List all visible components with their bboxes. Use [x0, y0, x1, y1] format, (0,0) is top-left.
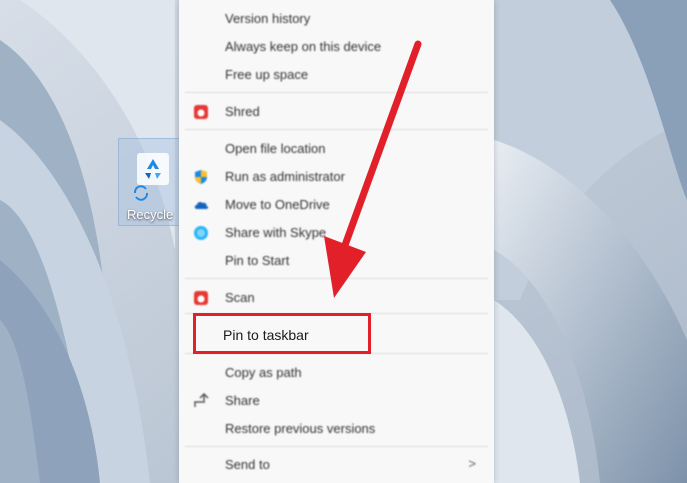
recycle-bin-label: Recycle: [127, 207, 174, 222]
menu-item-label: Copy as path: [225, 365, 302, 380]
menu-item-always-keep[interactable]: Always keep on this device: [179, 34, 494, 60]
recycle-bin-desktop-icon[interactable]: Recycle: [118, 138, 184, 226]
context-menu: Version history Always keep on this devi…: [179, 0, 494, 483]
menu-item-open-file-location[interactable]: Open file location: [179, 136, 494, 162]
menu-item-label: Move to OneDrive: [225, 197, 330, 212]
onedrive-cloud-icon: [194, 201, 209, 209]
menu-item-shred[interactable]: Shred: [179, 99, 494, 125]
shred-icon: [194, 105, 208, 119]
menu-item-label: Always keep on this device: [225, 39, 382, 54]
menu-item-label: Open file location: [225, 141, 326, 156]
menu-item-version-history[interactable]: Version history: [179, 6, 494, 32]
menu-item-pin-to-start[interactable]: Pin to Start: [179, 248, 494, 274]
menu-item-pin-to-taskbar[interactable]: Pin to taskbar: [193, 313, 371, 354]
menu-item-label: Scan: [225, 290, 255, 305]
menu-separator: [185, 446, 488, 447]
menu-item-restore-previous-versions[interactable]: Restore previous versions: [179, 416, 494, 442]
menu-separator: [185, 92, 488, 93]
menu-item-move-to-onedrive[interactable]: Move to OneDrive: [179, 192, 494, 218]
sync-icon: [133, 185, 149, 201]
menu-item-label: Restore previous versions: [225, 421, 376, 436]
menu-item-label: Shred: [225, 104, 260, 119]
shield-icon: [195, 170, 207, 184]
scan-icon: [194, 291, 208, 305]
menu-separator: [185, 278, 488, 279]
chevron-right-icon: >: [468, 456, 476, 471]
menu-item-label: Share with Skype: [225, 225, 327, 240]
menu-separator: [185, 129, 488, 130]
menu-item-run-as-admin[interactable]: Run as administrator: [179, 164, 494, 190]
skype-icon: [194, 226, 208, 240]
menu-item-label: Send to: [225, 457, 270, 472]
menu-item-label: Run as administrator: [225, 169, 345, 184]
menu-item-free-up-space[interactable]: Free up space: [179, 62, 494, 88]
menu-item-label: Share: [225, 393, 260, 408]
menu-item-label: Version history: [225, 11, 311, 26]
share-icon: [194, 393, 209, 407]
pin-to-taskbar-label: Pin to taskbar: [223, 327, 309, 343]
menu-item-label: Pin to Start: [225, 253, 290, 268]
menu-item-label: Free up space: [225, 67, 309, 82]
menu-item-send-to[interactable]: Send to >: [179, 452, 494, 478]
menu-item-scan[interactable]: Scan: [179, 285, 494, 311]
menu-item-share-with-skype[interactable]: Share with Skype: [179, 220, 494, 246]
menu-item-share[interactable]: Share: [179, 388, 494, 414]
menu-item-copy-as-path[interactable]: Copy as path: [179, 360, 494, 386]
